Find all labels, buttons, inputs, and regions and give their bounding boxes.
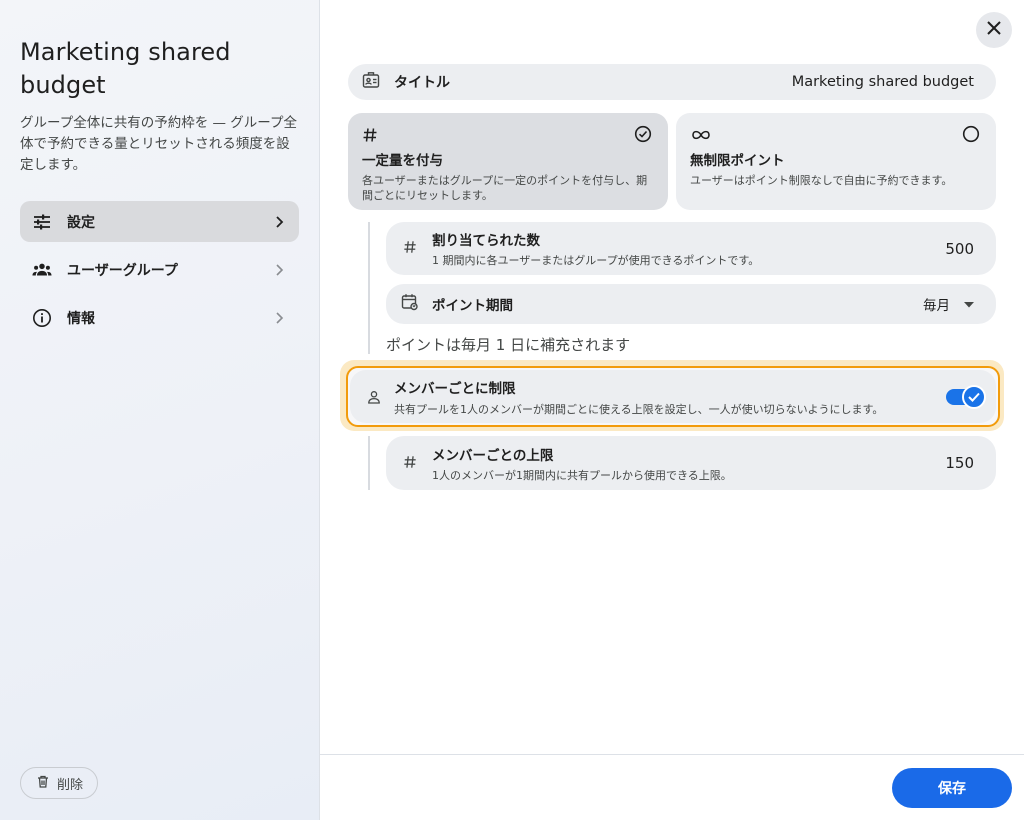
mode-title: 一定量を付与 [362,153,443,169]
chevron-right-icon [271,262,287,278]
indent-guide [368,222,370,354]
per-member-max-value[interactable]: 150 [945,454,974,472]
check-circle-icon[interactable] [634,125,652,143]
sidebar-item-info[interactable]: 情報 [20,297,299,338]
title-label: タイトル [394,75,450,91]
sidebar-item-label: 情報 [67,310,95,327]
settings-sidebar: Marketing shared budget グループ全体に共有の予約枠を —… [0,0,320,820]
per-member-limit-title: メンバーごとに制限 [394,380,516,397]
sidebar-item-settings[interactable]: 設定 [20,201,299,242]
period-title: ポイント期間 [432,298,513,314]
badge-icon [362,71,380,93]
page-description: グループ全体に共有の予約枠を — グループ全体で予約できる量とリセットされる頻度… [20,115,297,173]
infinity-icon [690,125,982,145]
delete-label: 削除 [57,777,84,793]
per-member-limit-row[interactable]: メンバーごとに制限 共有プールを1人のメンバーが期間ごとに使える上限を設定し、一… [350,370,996,423]
radio-unselected-icon[interactable] [962,125,980,143]
per-member-max-field[interactable]: メンバーごとの上限 1人のメンバーが1期間内に共有プールから使用できる上限。 1… [386,436,996,490]
mode-description: ユーザーはポイント制限なしで自由に予約できます。 [690,174,953,187]
per-member-limit-toggle[interactable] [946,384,986,409]
per-member-limit-description: 共有プールを1人のメンバーが期間ごとに使える上限を設定し、一人が使い切らないよう… [394,402,884,416]
period-select[interactable]: 毎月 [923,294,974,314]
hash-icon [400,453,420,474]
mode-title: 無制限ポイント [690,153,785,169]
mode-card-fixed[interactable]: 一定量を付与 各ユーザーまたはグループに一定のポイントを付与し、期間ごとにリセッ… [348,113,668,210]
sidebar-item-label: 設定 [67,214,95,231]
allocated-amount-field[interactable]: 割り当てられた数 1 期間内に各ユーザーまたはグループが使用できるポイントです。… [386,222,996,275]
sidebar-item-user-groups[interactable]: ユーザーグループ [20,249,299,290]
per-member-max-title: メンバーごとの上限 [432,447,554,464]
check-icon [962,384,986,409]
allocated-value[interactable]: 500 [945,240,974,258]
point-period-field[interactable]: ポイント期間 毎月 [386,284,996,324]
chevron-right-icon [271,310,287,326]
info-icon [32,308,52,328]
hash-icon [400,238,420,259]
refill-note: ポイントは毎月 1 日に補充されます [386,336,631,354]
mode-card-unlimited[interactable]: 無制限ポイント ユーザーはポイント制限なしで自由に予約できます。 [676,113,996,210]
delete-button[interactable]: 削除 [20,767,99,799]
sidebar-item-label: ユーザーグループ [67,262,178,279]
period-value: 毎月 [923,298,950,314]
close-button[interactable] [976,12,1012,48]
trash-icon [37,775,49,792]
mode-description: 各ユーザーまたはグループに一定のポイントを付与し、期間ごとにリセットします。 [362,174,648,202]
save-button[interactable]: 保存 [892,768,1012,808]
groups-icon [32,260,52,280]
calendar-refresh-icon [400,293,420,316]
tune-icon [32,212,52,232]
page-title: Marketing shared budget [20,38,231,99]
title-field[interactable]: タイトル Marketing shared budget [348,64,996,100]
sidebar-nav: 設定 ユーザーグループ 情報 [20,201,299,345]
allocated-description: 1 期間内に各ユーザーまたはグループが使用できるポイントです。 [432,254,760,267]
indent-guide [368,436,370,490]
person-icon [364,390,384,404]
dropdown-arrow-icon [964,296,974,312]
title-value[interactable]: Marketing shared budget [792,74,974,90]
chevron-right-icon [271,214,287,230]
hash-icon [362,125,654,145]
per-member-max-description: 1人のメンバーが1期間内に共有プールから使用できる上限。 [432,468,732,482]
allocated-title: 割り当てられた数 [432,233,540,249]
close-icon [986,20,1002,40]
